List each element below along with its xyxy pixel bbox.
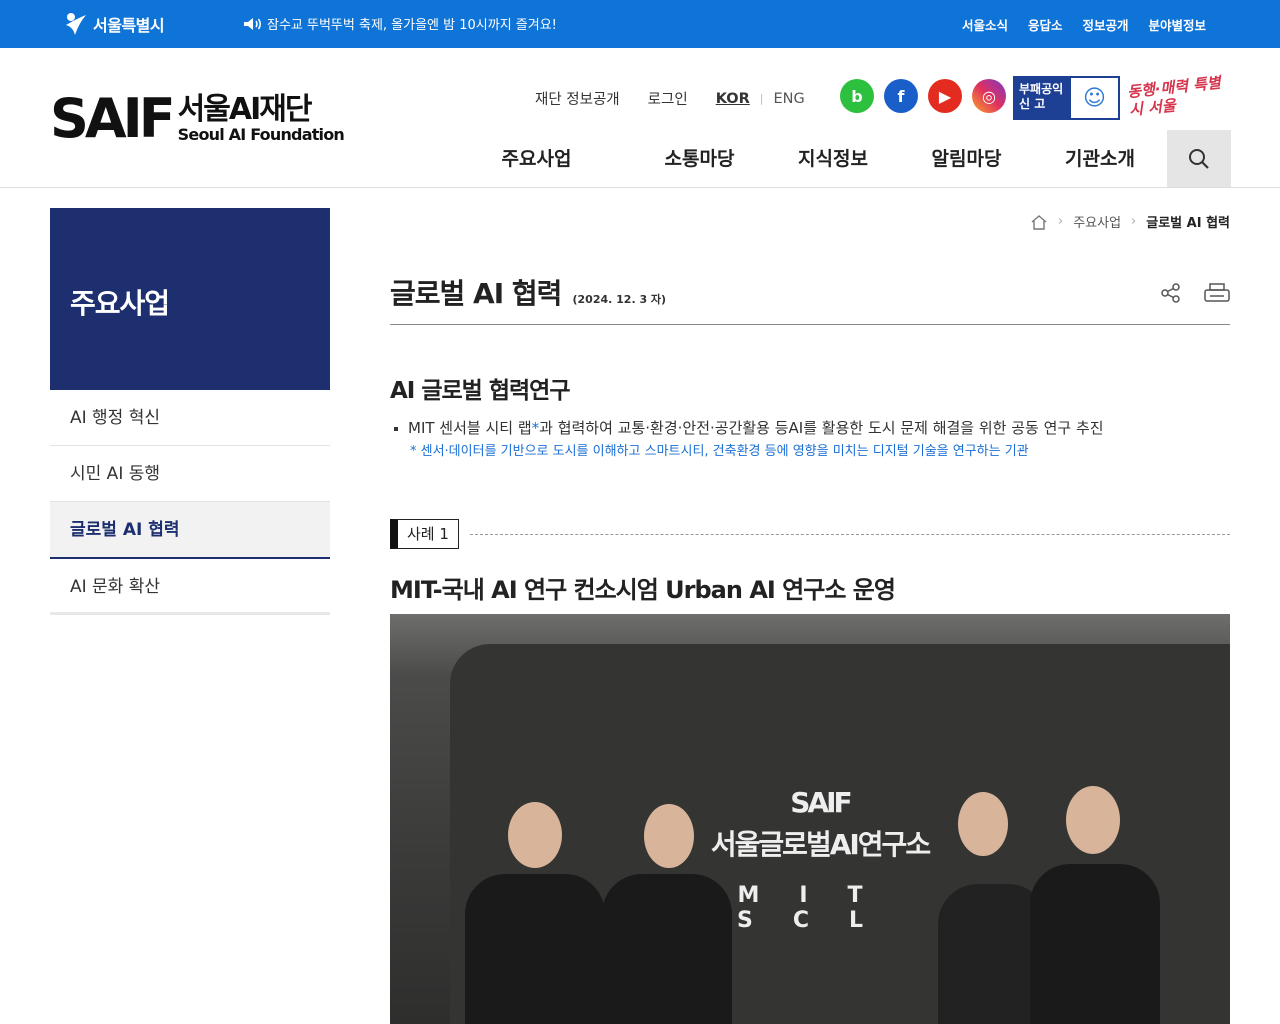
print-icon[interactable] (1204, 282, 1230, 304)
search-button[interactable] (1167, 130, 1231, 187)
gnb-main-projects[interactable]: 주요사업 (470, 130, 603, 188)
disclosure-link[interactable]: 재단 정보공개 (535, 88, 620, 109)
notice-banner[interactable]: 잠수교 뚜벅뚜벅 축제, 올가을엔 밤 10시까지 즐겨요! (243, 14, 557, 33)
seoul-logo-text: 서울특별시 (93, 16, 165, 35)
sidebar-item-ai-admin[interactable]: AI 행정 혁신 (50, 390, 330, 446)
page-title-area: 글로벌 AI 협력 (2024. 12. 3 자) (390, 272, 1230, 325)
main-navigation: 주요사업 소통마당 지식정보 알림마당 기관소개 (470, 130, 1137, 188)
bullet-text-b: 과 협력하여 교통·환경·안전·공간활용 등AI를 활용한 도시 문제 해결을 … (539, 419, 1104, 437)
gnb-knowledge[interactable]: 지식정보 (796, 130, 870, 188)
site-header: SAIF 서울AI재단 Seoul AI Foundation 재단 정보공개 … (0, 48, 1280, 188)
photo-person-head (508, 802, 562, 868)
gnb-about[interactable]: 기관소개 (1063, 130, 1137, 188)
page-date: (2024. 12. 3 자) (572, 293, 667, 306)
bullet-dot (394, 426, 398, 431)
lang-divider: | (759, 92, 764, 105)
logo-english-name: Seoul AI Foundation (177, 125, 345, 144)
notice-text: 잠수교 뚜벅뚜벅 축제, 올가을엔 밤 10시까지 즐겨요! (267, 18, 557, 33)
util-link-eungdapso[interactable]: 응답소 (1028, 15, 1063, 34)
logo-korean-name: 서울AI재단 (177, 92, 313, 127)
youtube-icon[interactable]: ▶ (928, 79, 962, 113)
seoul-logo-icon (66, 13, 86, 35)
photo-sign-title: 서울글로벌AI연구소 (710, 828, 931, 861)
sidebar-item-citizen-ai[interactable]: 시민 AI 동행 (50, 446, 330, 502)
case-title: MIT-국내 AI 연구 컨소시엄 Urban AI 연구소 운영 (390, 576, 896, 604)
chevron-right-icon: › (1058, 214, 1064, 229)
photo-person-head (1066, 786, 1120, 854)
util-link-info-disclosure[interactable]: 정보공개 (1082, 15, 1128, 34)
login-link[interactable]: 로그인 (648, 88, 688, 109)
photo-person (465, 874, 605, 1024)
photo-person-head (644, 804, 694, 868)
lang-kor-link[interactable]: KOR (716, 91, 750, 107)
breadcrumb-current: 글로벌 AI 협력 (1146, 216, 1230, 231)
utility-links: 서울소식 응답소 정보공개 분야별정보 (962, 15, 1206, 34)
page-tools (1160, 282, 1230, 304)
seoul-city-logo[interactable]: 서울특별시 (63, 10, 165, 38)
gnb-communication[interactable]: 소통마당 (603, 130, 796, 188)
report-label: 부패공익신 고 (1015, 78, 1071, 118)
section-bullet: MIT 센서블 시티 랩*과 협력하여 교통·환경·안전·공간활용 등AI를 활… (394, 417, 1104, 438)
sidebar-header: 주요사업 (50, 208, 330, 390)
header-links: 재단 정보공개 로그인 KOR | ENG (535, 88, 805, 109)
case-photo: SAIF 서울글로벌AI연구소 MIT SCL (390, 614, 1230, 1024)
sidebar-title: 주요사업 (70, 287, 170, 320)
top-bar: 서울특별시 잠수교 뚜벅뚜벅 축제, 올가을엔 밤 10시까지 즐겨요! 서울소… (0, 0, 1280, 48)
case-tag: 사례 1 (390, 519, 459, 549)
facebook-icon[interactable]: f (884, 79, 918, 113)
sidebar-menu: AI 행정 혁신 시민 AI 동행 글로벌 AI 협력 AI 문화 확산 (50, 390, 330, 615)
home-icon[interactable] (1030, 214, 1048, 230)
corruption-report-banner[interactable]: 부패공익신 고 ☺ (1013, 76, 1120, 120)
saif-logo-mark: SAIF (50, 87, 176, 150)
lang-eng-link[interactable]: ENG (773, 91, 804, 107)
speaker-icon (244, 17, 261, 30)
photo-sign-logo: SAIF (790, 786, 852, 819)
mascot-icon: ☺ (1083, 85, 1106, 111)
breadcrumb: › 주요사업 › 글로벌 AI 협력 (1030, 212, 1230, 231)
photo-person (1030, 864, 1160, 1024)
util-link-seoul-news[interactable]: 서울소식 (962, 15, 1008, 34)
photo-person-head (958, 792, 1008, 856)
sns-links: b f ▶ ◎ (840, 79, 1006, 113)
instagram-icon[interactable]: ◎ (972, 79, 1006, 113)
footnote: * 센서·데이터를 기반으로 도시를 이해하고 스마트시티, 건축환경 등에 영… (410, 444, 1029, 459)
breadcrumb-level1[interactable]: 주요사업 (1073, 212, 1121, 231)
chevron-right-icon: › (1131, 214, 1137, 229)
site-logo[interactable]: SAIF 서울AI재단 Seoul AI Foundation (50, 87, 345, 150)
share-icon[interactable] (1160, 282, 1182, 304)
search-icon (1189, 148, 1209, 169)
bullet-text-a: MIT 센서블 시티 랩 (408, 419, 532, 437)
sidebar-item-ai-culture[interactable]: AI 문화 확산 (50, 559, 330, 615)
dashed-divider (470, 534, 1230, 535)
case-divider: 사례 1 (390, 519, 1230, 549)
seoul-slogan: 동행·매력 특별시 서울 (1126, 73, 1222, 120)
photo-person (602, 874, 732, 1024)
util-link-field-info[interactable]: 분야별정보 (1148, 15, 1206, 34)
section-title: AI 글로벌 협력연구 (390, 378, 570, 404)
gnb-notice[interactable]: 알림마당 (870, 130, 1063, 188)
sidebar-item-global-ai[interactable]: 글로벌 AI 협력 (50, 502, 330, 559)
page-title: 글로벌 AI 협력 (390, 277, 562, 310)
blog-icon[interactable]: b (840, 79, 874, 113)
